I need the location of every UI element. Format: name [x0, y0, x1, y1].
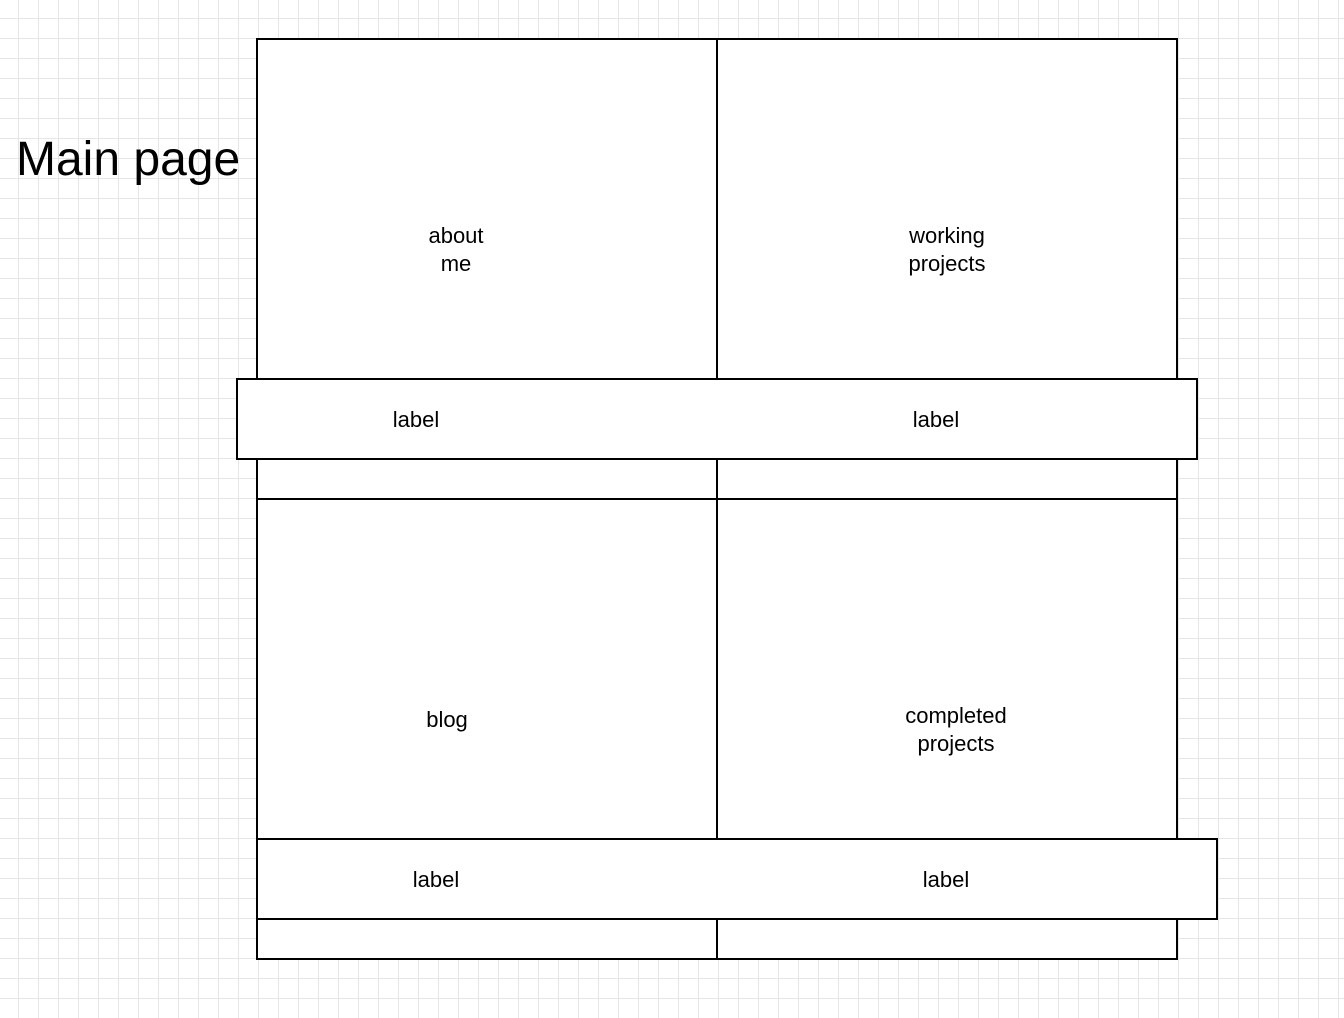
bottom-label-bar[interactable]: [256, 838, 1218, 920]
blog-text: blog: [426, 707, 468, 732]
completed-projects-text: completed projects: [905, 703, 1007, 756]
about-me-text: about me: [428, 223, 484, 276]
top-label-bar[interactable]: [236, 378, 1198, 460]
bottom-right-label: label: [922, 867, 970, 892]
top-left-label: label: [392, 407, 440, 432]
top-right-label: label: [912, 407, 960, 432]
bottom-left-label: label: [412, 867, 460, 892]
working-projects-text: working projects: [908, 223, 986, 276]
page-title: Main page: [16, 133, 241, 186]
